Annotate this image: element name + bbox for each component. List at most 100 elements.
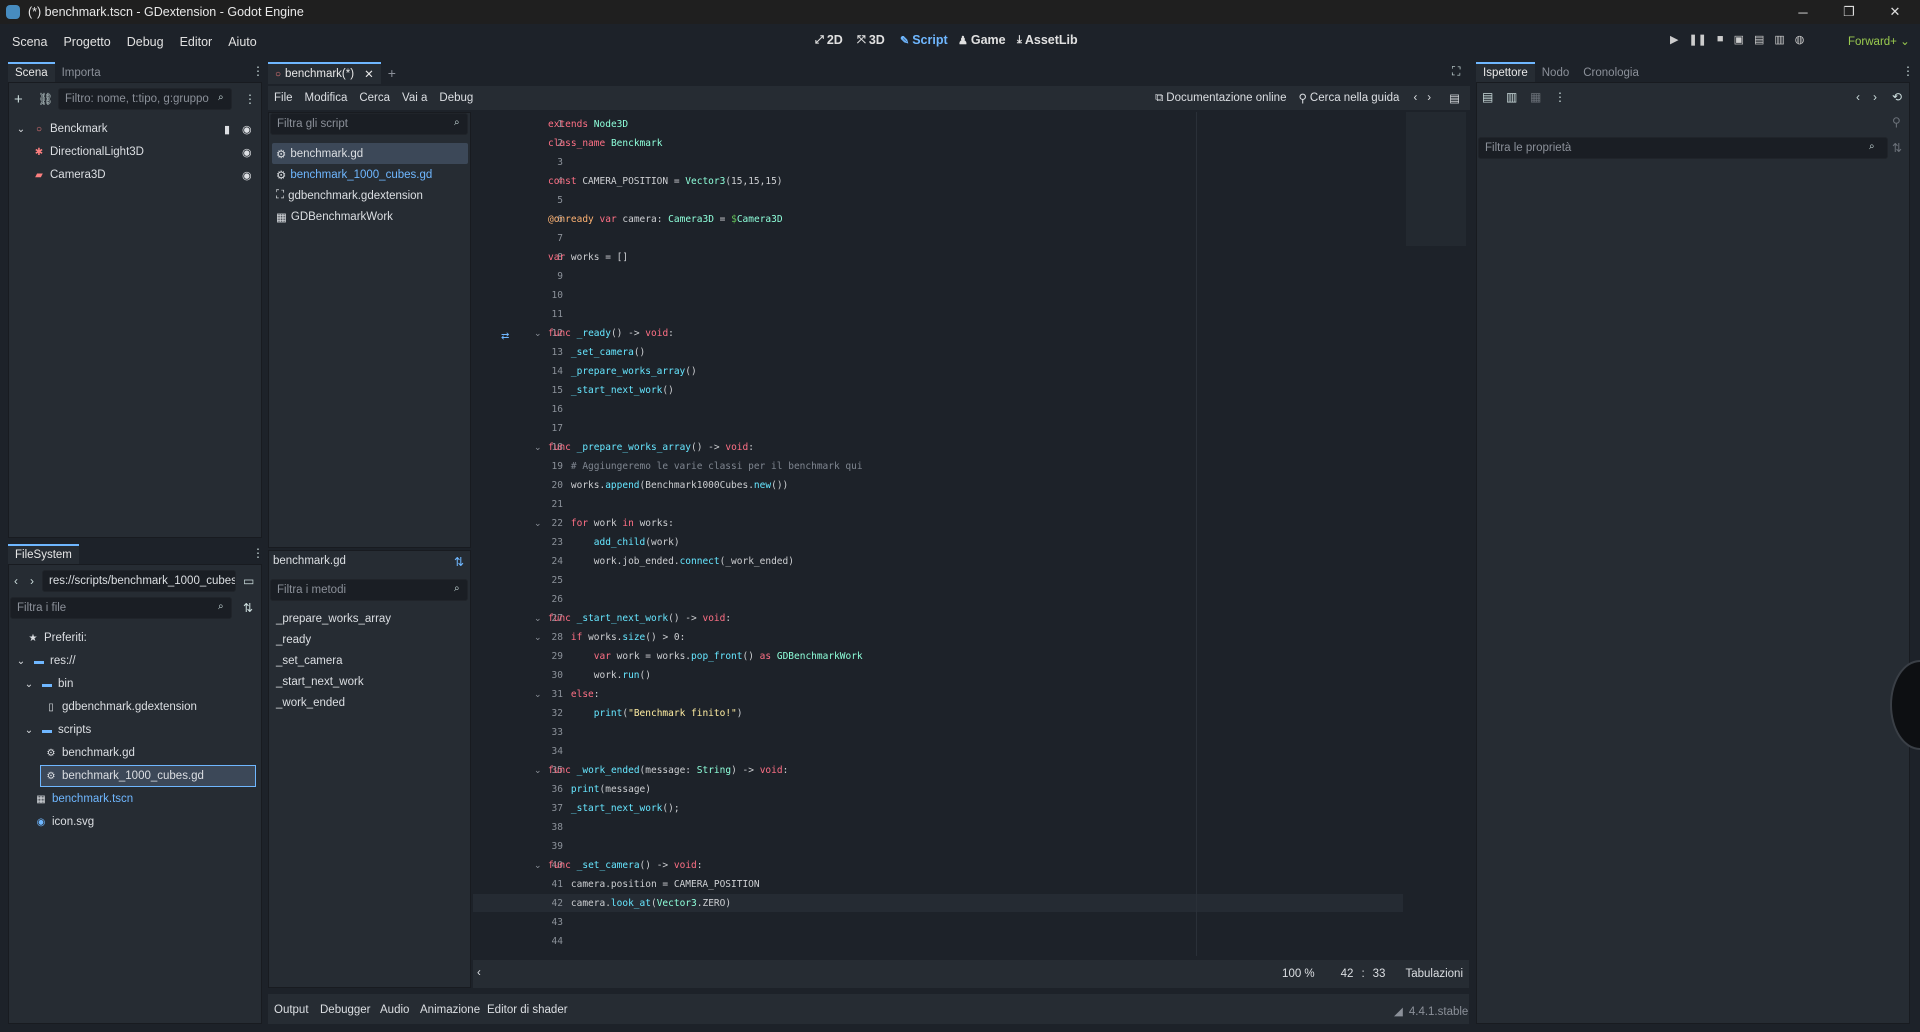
code-line[interactable]: var work = works.pop_front() as GDBenchm… bbox=[548, 651, 863, 662]
history-back-icon[interactable]: ‹ bbox=[1856, 90, 1860, 104]
docs-icon[interactable]: ⚲ bbox=[1892, 115, 1901, 129]
visibility-eye-icon[interactable]: ◉ bbox=[242, 146, 252, 159]
script-attached-icon[interactable]: ▮ bbox=[224, 123, 230, 136]
method-item[interactable]: _ready bbox=[272, 629, 311, 650]
menu-editor[interactable]: Editor bbox=[172, 35, 221, 49]
file-icon-svg[interactable]: ◉ icon.svg bbox=[34, 811, 95, 833]
sort-properties-icon[interactable]: ⇅ bbox=[1892, 141, 1902, 155]
script-menu-cerca[interactable]: Cerca bbox=[359, 92, 390, 104]
code-line[interactable]: add_child(work) bbox=[548, 537, 680, 548]
method-item[interactable]: _prepare_works_array bbox=[272, 608, 391, 629]
code-line[interactable]: _prepare_works_array() bbox=[548, 366, 697, 377]
add-tab-icon[interactable]: + bbox=[381, 62, 403, 84]
visibility-eye-icon[interactable]: ◉ bbox=[242, 169, 252, 182]
code-line[interactable]: func _ready() -> void: bbox=[548, 328, 674, 339]
code-line[interactable]: func _start_next_work() -> void: bbox=[548, 613, 731, 624]
play-icon[interactable]: ▶ bbox=[1670, 33, 1678, 46]
code-line[interactable]: works.append(Benchmark1000Cubes.new()) bbox=[548, 480, 788, 491]
bottom-tab-debugger[interactable]: Debugger bbox=[320, 1004, 371, 1016]
script-menu-modifica[interactable]: Modifica bbox=[305, 92, 348, 104]
workspace-assetlib[interactable]: ⤓ AssetLib bbox=[1017, 33, 1078, 47]
minimize-button[interactable]: ─ bbox=[1780, 0, 1826, 24]
open-resource-icon[interactable]: ▥ bbox=[1506, 90, 1517, 104]
fold-chevron-icon[interactable]: ⌄ bbox=[534, 689, 542, 700]
workspace-script[interactable]: ✎ Script bbox=[900, 33, 948, 47]
script-menu-file[interactable]: File bbox=[274, 92, 293, 104]
sort-icon[interactable]: ⇅ bbox=[243, 601, 253, 615]
forward-icon[interactable]: › bbox=[30, 574, 34, 588]
workspace-3d[interactable]: ⤧ 3D bbox=[857, 33, 885, 47]
script-item-benchmark-gd[interactable]: ⚙ benchmark.gd bbox=[272, 143, 468, 164]
menu-progetto[interactable]: Progetto bbox=[55, 35, 118, 49]
scene-filter-input[interactable]: Filtro: nome, t:tipo, g:gruppo bbox=[58, 88, 232, 110]
collapse-left-icon[interactable]: ‹ bbox=[477, 967, 481, 979]
method-item[interactable]: _set_camera bbox=[272, 650, 342, 671]
folder-res[interactable]: ⌄ ▬ res:// bbox=[14, 650, 76, 672]
code-line[interactable]: camera.look_at(Vector3.ZERO) bbox=[548, 898, 731, 909]
save-resource-icon[interactable]: ▦ bbox=[1530, 90, 1541, 104]
file-benchmark-gd[interactable]: ⚙ benchmark.gd bbox=[44, 742, 135, 764]
file-gdbenchmark-gdextension[interactable]: ▯ gdbenchmark.gdextension bbox=[44, 696, 197, 718]
code-line[interactable]: _start_next_work(); bbox=[548, 803, 680, 814]
code-line[interactable]: class_name Benckmark bbox=[548, 138, 662, 149]
movie-maker-icon[interactable]: ◍ bbox=[1795, 33, 1805, 46]
script-item-gdextension[interactable]: ⛶ gdbenchmark.gdextension bbox=[272, 185, 423, 206]
minimap[interactable] bbox=[1406, 112, 1466, 246]
tab-benchmark-scene[interactable]: ○ benchmark(*) ✕ bbox=[268, 62, 381, 84]
code-line[interactable]: var works = [] bbox=[548, 252, 628, 263]
code-line[interactable]: @onready var camera: Camera3D = $Camera3… bbox=[548, 214, 783, 225]
fold-chevron-icon[interactable]: ⌄ bbox=[534, 442, 542, 453]
menu-scena[interactable]: Scena bbox=[4, 35, 55, 49]
script-menu-debug[interactable]: Debug bbox=[439, 92, 473, 104]
split-view-icon[interactable]: ▭ bbox=[243, 574, 254, 588]
sort-methods-icon[interactable]: ⇅ bbox=[454, 555, 464, 569]
fold-chevron-icon[interactable]: ⌄ bbox=[534, 632, 542, 643]
add-node-icon[interactable]: + bbox=[14, 91, 23, 108]
link-icon[interactable]: ⛓ bbox=[38, 92, 53, 106]
filter-methods-input[interactable]: Filtra i metodi bbox=[270, 579, 468, 601]
fold-chevron-icon[interactable]: ⌄ bbox=[534, 860, 542, 871]
inspector-options-icon[interactable]: ⋮ bbox=[1554, 90, 1566, 104]
file-filter-input[interactable]: Filtra i file bbox=[10, 597, 232, 619]
code-line[interactable]: camera.position = CAMERA_POSITION bbox=[548, 879, 760, 890]
visibility-eye-icon[interactable]: ◉ bbox=[242, 123, 252, 136]
chevron-down-icon[interactable]: ⌄ bbox=[22, 725, 36, 736]
code-line[interactable]: for work in works: bbox=[548, 518, 674, 529]
close-button[interactable]: ✕ bbox=[1872, 0, 1918, 24]
tab-cronologia[interactable]: Cronologia bbox=[1576, 64, 1646, 82]
fold-chevron-icon[interactable]: ⌄ bbox=[534, 765, 542, 776]
filter-scripts-input[interactable]: Filtra gli script bbox=[270, 113, 468, 135]
tree-node-directionallight3d[interactable]: ✱ DirectionalLight3D bbox=[32, 141, 144, 163]
scene-options-icon[interactable]: ⋮ bbox=[244, 92, 256, 106]
method-item[interactable]: _work_ended bbox=[272, 692, 345, 713]
file-benchmark-1000-cubes-gd[interactable]: ⚙ benchmark_1000_cubes.gd bbox=[40, 765, 256, 787]
tab-scena[interactable]: Scena bbox=[8, 62, 55, 82]
code-line[interactable]: _set_camera() bbox=[548, 347, 645, 358]
back-icon[interactable]: ‹ bbox=[14, 574, 18, 588]
property-filter-input[interactable]: Filtra le proprietà bbox=[1478, 137, 1888, 159]
bottom-tab-animazione[interactable]: Animazione bbox=[420, 1004, 480, 1016]
file-benchmark-tscn[interactable]: ▦ benchmark.tscn bbox=[34, 788, 133, 810]
favorites-item[interactable]: ★ Preferiti: bbox=[26, 627, 87, 649]
code-line[interactable]: work.job_ended.connect(_work_ended) bbox=[548, 556, 794, 567]
bottom-tab-audio[interactable]: Audio bbox=[380, 1004, 409, 1016]
method-item[interactable]: _start_next_work bbox=[272, 671, 364, 692]
code-line[interactable]: func _work_ended(message: String) -> voi… bbox=[548, 765, 788, 776]
connection-icon[interactable]: ⇄ bbox=[501, 331, 509, 342]
tree-node-benckmark[interactable]: ⌄ ○ Benckmark bbox=[14, 118, 108, 140]
fold-chevron-icon[interactable]: ⌄ bbox=[534, 518, 542, 529]
tab-importa[interactable]: Importa bbox=[55, 64, 108, 82]
close-tab-icon[interactable]: ✕ bbox=[364, 67, 374, 81]
code-line[interactable]: print("Benchmark finito!") bbox=[548, 708, 743, 719]
code-line[interactable]: _start_next_work() bbox=[548, 385, 674, 396]
toggle-panel-icon[interactable]: ▤ bbox=[1449, 91, 1460, 105]
fold-chevron-icon[interactable]: ⌄ bbox=[534, 328, 542, 339]
menu-debug[interactable]: Debug bbox=[119, 35, 172, 49]
code-line[interactable]: if works.size() > 0: bbox=[548, 632, 685, 643]
code-line[interactable]: const CAMERA_POSITION = Vector3(15,15,15… bbox=[548, 176, 783, 187]
object-history-icon[interactable]: ⟲ bbox=[1892, 90, 1902, 104]
history-back-icon[interactable]: ‹ bbox=[1413, 92, 1417, 104]
tab-ispettore[interactable]: Ispettore bbox=[1476, 62, 1535, 82]
expand-icon[interactable]: ⛶ bbox=[1452, 64, 1460, 79]
code-line[interactable]: work.run() bbox=[548, 670, 651, 681]
